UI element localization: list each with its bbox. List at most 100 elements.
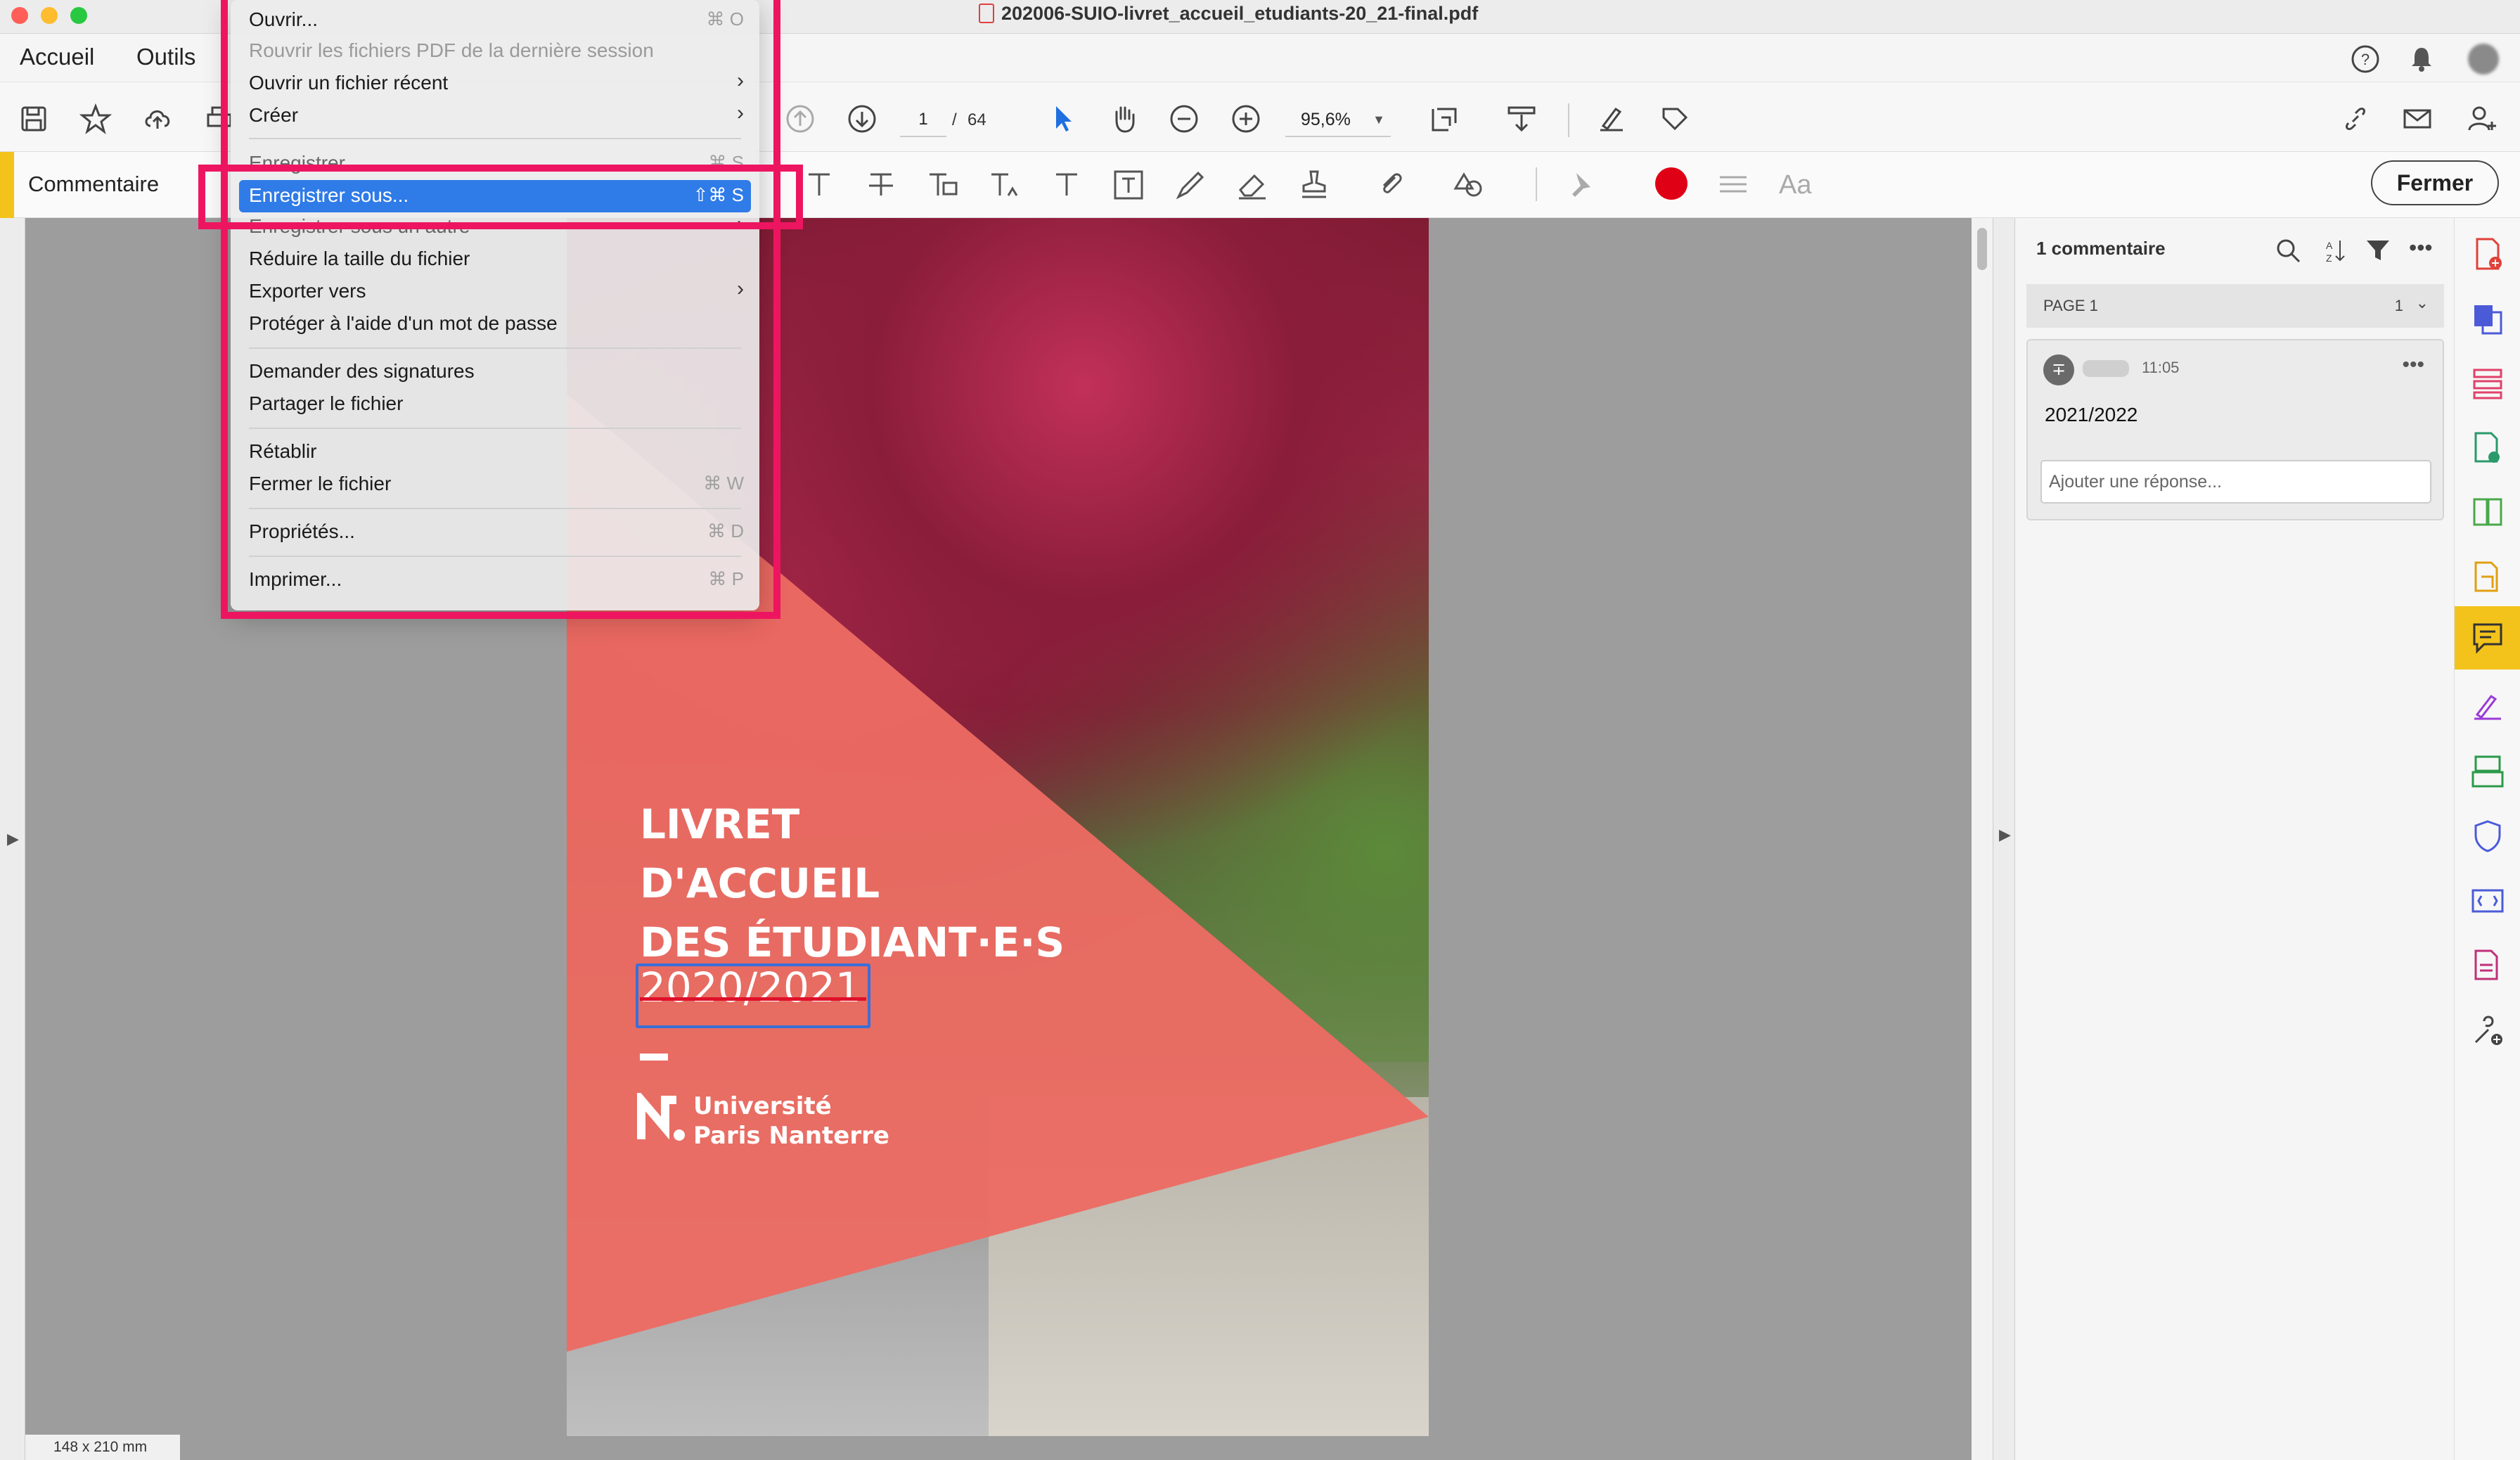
zoom-value: 95,6% xyxy=(1301,110,1351,129)
window-title-text: 202006-SUIO-livret_accueil_etudiants-20_… xyxy=(1001,3,1479,24)
strikethrough-text-icon[interactable] xyxy=(863,167,899,203)
notifications-bell-icon[interactable] xyxy=(2406,44,2437,75)
text-properties-icon[interactable]: Aa xyxy=(1779,167,1814,203)
share-link-icon[interactable] xyxy=(2339,102,2372,136)
edit-tag-icon[interactable] xyxy=(1658,102,1692,136)
vertical-scrollbar[interactable] xyxy=(1972,218,1993,1460)
insert-text-caret-icon[interactable] xyxy=(987,167,1022,203)
sort-icon[interactable]: AZ xyxy=(2320,236,2348,264)
add-user-icon[interactable] xyxy=(2465,102,2499,136)
comments-panel: 1 commentaire AZ ••• PAGE 1 1 ⌄ ∓ 11:05 … xyxy=(2015,218,2454,1460)
university-name-line2: Paris Nanterre xyxy=(693,1122,889,1150)
highlight-frame-save-as xyxy=(198,165,803,229)
hand-tool-icon[interactable] xyxy=(1107,102,1140,136)
strikethrough-comment-icon: ∓ xyxy=(2043,354,2074,385)
zoom-select[interactable]: 95,6% ▼ xyxy=(1285,102,1391,137)
eraser-icon[interactable] xyxy=(1235,167,1270,203)
fill-sign-icon[interactable] xyxy=(2469,688,2507,726)
cover-title-line1: LIVRET xyxy=(640,800,800,848)
panel-splitter[interactable]: ▶ xyxy=(1993,218,2015,1460)
tab-accueil[interactable]: Accueil xyxy=(20,44,94,70)
fit-page-icon[interactable] xyxy=(1427,102,1461,136)
replace-text-icon[interactable] xyxy=(925,167,960,203)
save-icon[interactable] xyxy=(17,102,51,136)
scrollbar-thumb[interactable] xyxy=(1977,228,1987,270)
compare-icon[interactable] xyxy=(2469,494,2507,532)
more-tools-icon[interactable] xyxy=(2469,1011,2507,1049)
sign-pen-icon[interactable] xyxy=(1595,102,1628,136)
previous-page-icon[interactable] xyxy=(783,102,817,136)
edit-pdf-icon[interactable] xyxy=(2469,429,2507,467)
attach-file-icon[interactable] xyxy=(1374,167,1409,203)
select-cursor-icon[interactable] xyxy=(1046,102,1080,136)
color-picker-swatch[interactable] xyxy=(1655,167,1688,200)
protect-icon[interactable] xyxy=(2469,817,2507,855)
zoom-in-icon[interactable] xyxy=(1229,102,1263,136)
filter-icon[interactable] xyxy=(2364,236,2392,264)
line-weight-icon[interactable] xyxy=(1716,167,1751,203)
comment-more-icon[interactable]: ••• xyxy=(2402,353,2424,377)
close-comment-button[interactable]: Fermer xyxy=(2371,160,2499,205)
upload-cloud-icon[interactable] xyxy=(141,102,174,136)
comments-page-group[interactable]: PAGE 1 1 ⌄ xyxy=(2026,284,2444,328)
comment-card[interactable]: ∓ 11:05 ••• 2021/2022 Ajouter une répons… xyxy=(2026,339,2444,520)
expand-left-arrow-icon: ▶ xyxy=(7,830,19,847)
redact-icon[interactable] xyxy=(2469,882,2507,920)
bookmark-star-icon[interactable] xyxy=(79,102,112,136)
svg-text:?: ? xyxy=(2361,51,2370,68)
page-separator: / xyxy=(952,110,957,129)
create-pdf-icon[interactable] xyxy=(2469,235,2507,273)
comment-toolbar-title: Commentaire xyxy=(28,172,160,196)
highlight-frame-menu xyxy=(221,0,780,619)
comment-icon[interactable] xyxy=(2469,619,2507,657)
more-options-icon[interactable]: ••• xyxy=(2409,236,2437,264)
pin-icon[interactable] xyxy=(1562,167,1598,203)
add-text-icon[interactable] xyxy=(1049,167,1084,203)
comment-author xyxy=(2083,360,2129,377)
comments-count: 1 commentaire xyxy=(2036,238,2166,259)
zoom-out-icon[interactable] xyxy=(1167,102,1201,136)
user-avatar[interactable] xyxy=(2468,44,2499,75)
pencil-draw-icon[interactable] xyxy=(1173,167,1208,203)
shapes-icon[interactable] xyxy=(1451,167,1486,203)
export-pdf-icon[interactable] xyxy=(2469,300,2507,338)
collapse-right-arrow-icon: ▶ xyxy=(1999,826,2011,843)
annotation-selection-box[interactable] xyxy=(636,963,870,1028)
stamp-icon[interactable] xyxy=(1297,167,1332,203)
pdf-file-icon xyxy=(979,4,994,23)
svg-text:A: A xyxy=(2326,240,2333,251)
svg-text:Z: Z xyxy=(2326,252,2332,264)
comment-toolbar-divider xyxy=(1536,167,1537,201)
page-size-status: 148 x 210 mm xyxy=(25,1435,180,1460)
chevron-down-icon: ▼ xyxy=(1372,113,1385,127)
cover-dash xyxy=(640,1054,668,1061)
comment-time: 11:05 xyxy=(2142,359,2180,376)
reply-input[interactable]: Ajouter une réponse... xyxy=(2040,460,2431,504)
scroll-mode-icon[interactable] xyxy=(1505,102,1538,136)
organize-pages-icon[interactable] xyxy=(2469,364,2507,402)
text-box-icon[interactable] xyxy=(1111,167,1146,203)
left-panel-toggle[interactable]: ▶ xyxy=(0,218,25,1460)
next-page-icon[interactable] xyxy=(845,102,879,136)
chevron-down-icon: ⌄ xyxy=(2415,294,2429,312)
university-name: Université Paris Nanterre xyxy=(693,1091,889,1151)
tools-rail xyxy=(2454,218,2520,1460)
close-window-button[interactable] xyxy=(11,7,28,24)
page-group-label: PAGE 1 xyxy=(2043,297,2098,314)
minimize-window-button[interactable] xyxy=(41,7,58,24)
tab-outils[interactable]: Outils xyxy=(136,44,195,70)
page-number-input[interactable]: 1 xyxy=(900,102,946,137)
university-logo-icon xyxy=(637,1093,685,1141)
comment-text: 2021/2022 xyxy=(2045,404,2138,425)
window-title: 202006-SUIO-livret_accueil_etudiants-20_… xyxy=(979,3,1478,25)
combine-files-icon[interactable] xyxy=(2469,558,2507,596)
text-insert-icon[interactable] xyxy=(802,167,837,203)
page-group-count: 1 xyxy=(2394,297,2403,314)
email-icon[interactable] xyxy=(2400,102,2434,136)
maximize-window-button[interactable] xyxy=(70,7,87,24)
print-production-icon[interactable] xyxy=(2469,947,2507,985)
help-icon[interactable]: ? xyxy=(2350,44,2381,75)
search-icon[interactable] xyxy=(2274,236,2302,264)
scan-icon[interactable] xyxy=(2469,753,2507,790)
university-name-line1: Université xyxy=(693,1092,832,1120)
